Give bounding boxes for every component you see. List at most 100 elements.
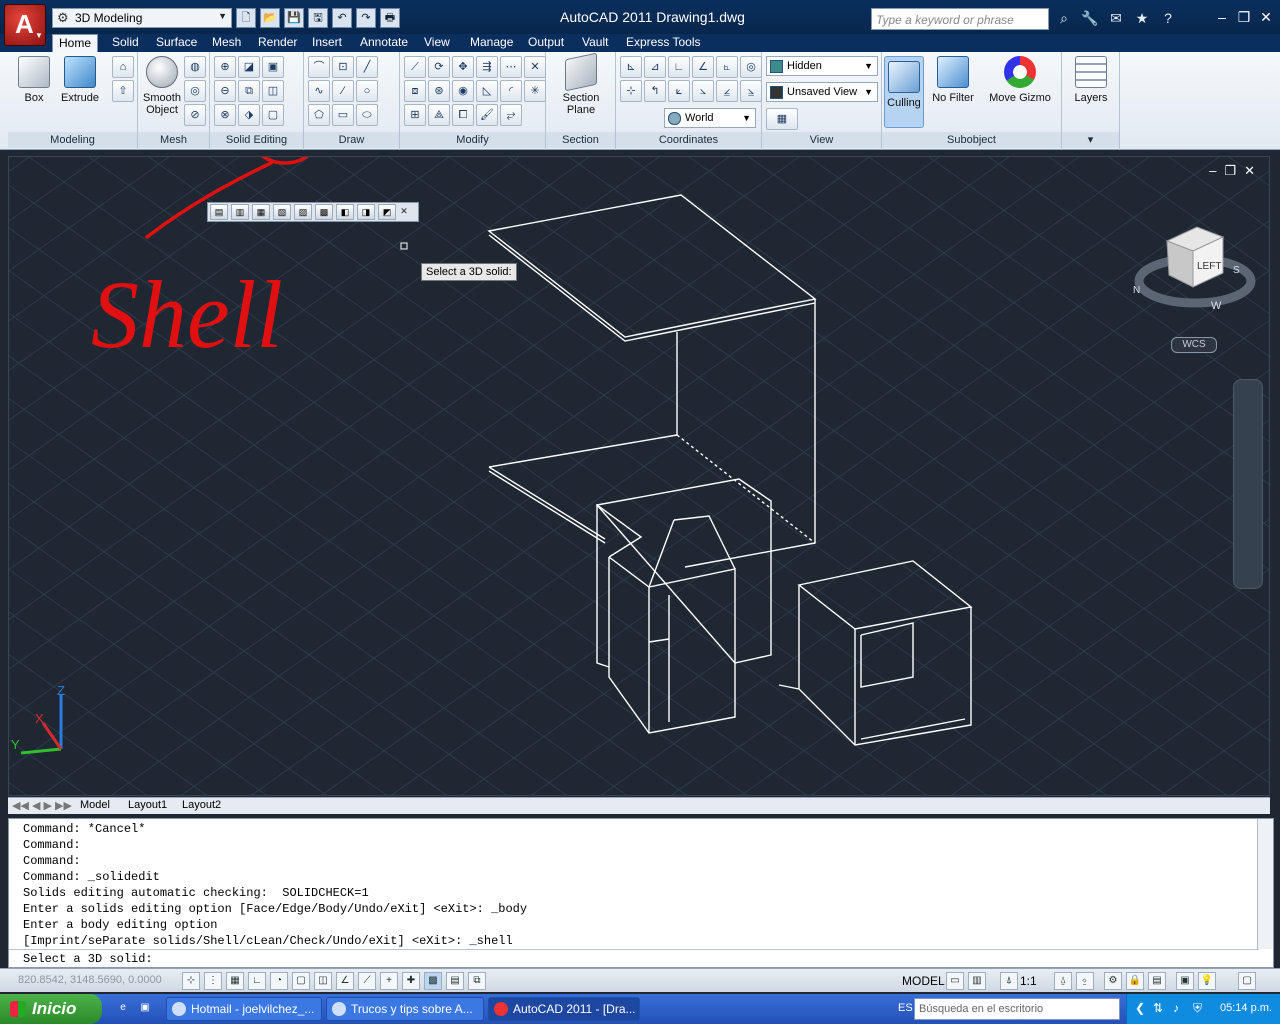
presspull-icon[interactable]: ⇧: [112, 80, 134, 102]
ucs-z-icon[interactable]: ⟀: [668, 80, 690, 102]
save-icon[interactable]: 💾: [284, 8, 304, 28]
polygon-icon[interactable]: ⬠: [308, 104, 330, 126]
union-icon[interactable]: ⊕: [214, 56, 236, 78]
taskbar-item-hotmail[interactable]: Hotmail - joelvilchez_...: [166, 997, 322, 1021]
rotate-faces-icon[interactable]: ▨: [294, 204, 312, 220]
linetype-icon[interactable]: ⋯: [500, 56, 522, 78]
osnap-icon[interactable]: ▢: [292, 972, 310, 990]
tab-home[interactable]: Home: [52, 34, 99, 52]
ucs-icon[interactable]: ⊾: [620, 56, 642, 78]
shell-toolbar-icon[interactable]: ◩: [378, 204, 396, 220]
3d-polyline-icon[interactable]: ⟁: [428, 104, 450, 126]
mesh-panel-title[interactable]: Mesh: [138, 132, 209, 148]
extrude-faces-icon[interactable]: ▤: [210, 204, 228, 220]
tab-render[interactable]: Render: [252, 34, 303, 52]
ucs-previous-icon[interactable]: ↰: [644, 80, 666, 102]
snap-icon[interactable]: ⋮: [204, 972, 222, 990]
minimize-icon[interactable]: –: [1214, 8, 1230, 26]
language-indicator[interactable]: ES: [898, 1002, 913, 1014]
ellipse-icon[interactable]: ⬭: [356, 104, 378, 126]
ducs-icon[interactable]: ⟋: [358, 972, 376, 990]
ucs-world-icon[interactable]: ∟: [668, 56, 690, 78]
modeling-panel-title[interactable]: Modeling: [8, 132, 137, 148]
tab-solid[interactable]: Solid: [106, 34, 145, 52]
line-segment-icon[interactable]: ∕: [332, 80, 354, 102]
command-input[interactable]: Select a 3D solid:: [9, 949, 1259, 967]
smooth-object-button[interactable]: Smooth Object: [140, 56, 184, 120]
mesh-smooth-more-icon[interactable]: ◍: [184, 56, 206, 78]
close-icon[interactable]: ✕: [399, 204, 409, 220]
3d-align-icon[interactable]: ⇶: [476, 56, 498, 78]
region-icon[interactable]: ⊡: [332, 56, 354, 78]
array-icon[interactable]: ⊞: [404, 104, 426, 126]
draw-panel-title[interactable]: Draw: [304, 132, 399, 148]
taskbar-item-trucos[interactable]: Trucos y tips sobre A...: [326, 997, 484, 1021]
section-panel-title[interactable]: Section: [546, 132, 615, 148]
delete-faces-icon[interactable]: ▧: [273, 204, 291, 220]
culling-button[interactable]: Culling: [884, 56, 924, 128]
coordinates-panel-title[interactable]: Coordinates: [616, 132, 761, 148]
modify-panel-title[interactable]: Modify: [400, 132, 545, 148]
extrude-button[interactable]: Extrude: [58, 56, 102, 120]
offset-faces-icon[interactable]: ▦: [252, 204, 270, 220]
shell-icon[interactable]: ▢: [262, 104, 284, 126]
tab-layout1[interactable]: Layout1: [128, 799, 167, 811]
ucs-origin-icon[interactable]: ⊹: [620, 80, 642, 102]
save-as-icon[interactable]: 🖫: [308, 8, 328, 28]
application-menu-button[interactable]: A ▼: [4, 4, 46, 46]
restore-icon[interactable]: ❐: [1224, 163, 1236, 179]
tray-expand-icon[interactable]: ❮: [1135, 1001, 1145, 1015]
dyn-icon[interactable]: +: [380, 972, 398, 990]
selection-cycling-icon[interactable]: ⧉: [468, 972, 486, 990]
plot-icon[interactable]: 🖶: [380, 8, 400, 28]
redo-icon[interactable]: ↷: [356, 8, 376, 28]
isolate-objects-icon[interactable]: ▣: [1176, 972, 1194, 990]
3d-scale-icon[interactable]: ◉: [452, 80, 474, 102]
intersect-icon[interactable]: ⊗: [214, 104, 236, 126]
ucs-3point-icon[interactable]: ⦣: [692, 80, 714, 102]
ortho-icon[interactable]: ∟: [248, 972, 266, 990]
lightbulb-icon[interactable]: 💡: [1198, 972, 1216, 990]
workspace-dropdown[interactable]: ⚙ 3D Modeling ▼: [52, 8, 232, 28]
quick-view-layouts-icon[interactable]: ▭: [946, 972, 964, 990]
chamfer-icon[interactable]: ◺: [476, 80, 498, 102]
annotation-scale-icon[interactable]: ⍋: [1000, 972, 1018, 990]
close-icon[interactable]: ✕: [1244, 163, 1255, 179]
ucs-named-icon[interactable]: ⊿: [644, 56, 666, 78]
subtract-icon[interactable]: ⊖: [214, 80, 236, 102]
solid-editing-panel-title[interactable]: Solid Editing: [210, 132, 303, 148]
binoculars-icon[interactable]: ⌕: [1054, 8, 1074, 28]
desktop-quicklaunch-icon[interactable]: ▣: [136, 1000, 154, 1018]
erase-icon[interactable]: ✕: [524, 56, 546, 78]
favorites-icon[interactable]: ★: [1132, 8, 1152, 28]
tab-layout2[interactable]: Layout2: [182, 799, 221, 811]
tab-mesh[interactable]: Mesh: [206, 34, 247, 52]
navigation-bar[interactable]: [1233, 379, 1263, 589]
view-panel-title[interactable]: View: [762, 132, 881, 148]
communication-icon[interactable]: ✉: [1106, 8, 1126, 28]
undo-icon[interactable]: ↶: [332, 8, 352, 28]
ucs-view-icon[interactable]: ◎: [740, 56, 762, 78]
line-icon[interactable]: ╱: [356, 56, 378, 78]
ucs-y-icon[interactable]: ⦜: [716, 56, 738, 78]
otrack-icon[interactable]: ∠: [336, 972, 354, 990]
antivirus-icon[interactable]: ⛨: [1193, 1001, 1202, 1016]
new-icon[interactable]: 🗋: [236, 8, 256, 28]
interfere-icon[interactable]: ⧉: [238, 80, 260, 102]
layers-panel-expander[interactable]: ▾: [1062, 132, 1119, 148]
polysolid-icon[interactable]: ⌂: [112, 56, 134, 78]
quick-view-drawings-icon[interactable]: ▥: [968, 972, 986, 990]
subobject-panel-title[interactable]: Subobject: [882, 132, 1061, 148]
saved-view-dropdown[interactable]: Unsaved View ▼: [766, 82, 878, 102]
tab-surface[interactable]: Surface: [150, 34, 203, 52]
taper-faces-icon[interactable]: ▩: [315, 204, 333, 220]
imprint-icon[interactable]: ◫: [262, 80, 284, 102]
quick-properties-icon[interactable]: ▤: [446, 972, 464, 990]
polyline-icon[interactable]: ⌒: [308, 56, 330, 78]
circle-icon[interactable]: ○: [356, 80, 378, 102]
extract-edges-icon[interactable]: ▣: [262, 56, 284, 78]
refine-mesh-icon[interactable]: ⊘: [184, 104, 206, 126]
thicken-icon[interactable]: ⬗: [238, 104, 260, 126]
fillet-edge-icon[interactable]: ◜: [500, 80, 522, 102]
desktop-search-input[interactable]: Búsqueda en el escritorio: [914, 998, 1120, 1020]
